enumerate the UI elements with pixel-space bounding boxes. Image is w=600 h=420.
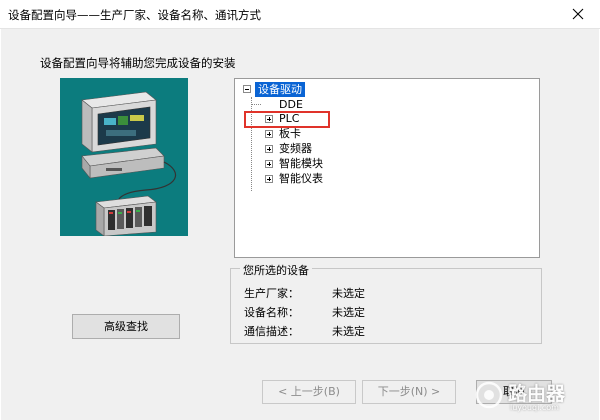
tree-line xyxy=(251,104,261,105)
watermark: 路由器 luyouqi.com xyxy=(474,376,594,416)
expand-icon[interactable] xyxy=(265,145,273,153)
close-icon xyxy=(572,8,584,20)
computer-plc-illustration xyxy=(81,91,176,237)
expand-icon[interactable] xyxy=(265,130,273,138)
title-bar: 设备配置向导——生产厂家、设备名称、通讯方式 xyxy=(0,0,600,29)
comm-desc-value: 未选定 xyxy=(332,325,365,338)
device-tree[interactable]: 设备驱动 DDE PLC 板卡 变频器 智能模块 智能仪表 xyxy=(234,78,540,258)
device-illustration xyxy=(60,78,188,237)
tree-item-label: 板卡 xyxy=(279,127,301,140)
watermark-text: 路由器 xyxy=(508,383,566,405)
window-title: 设备配置向导——生产厂家、设备名称、通讯方式 xyxy=(8,8,261,22)
tree-item-label: 智能模块 xyxy=(279,157,323,170)
group-legend: 您所选的设备 xyxy=(240,262,312,278)
manufacturer-label: 生产厂家： xyxy=(244,287,299,300)
tree-item-inverter[interactable]: 变频器 xyxy=(279,141,312,156)
device-name-label: 设备名称： xyxy=(244,306,299,319)
advanced-search-button[interactable]: 高级查找 xyxy=(72,314,180,339)
tree-item-board-card[interactable]: 板卡 xyxy=(279,126,301,141)
tree-item-smart-module[interactable]: 智能模块 xyxy=(279,156,323,171)
comm-desc-label: 通信描述： xyxy=(244,325,299,338)
tree-item-smart-meter[interactable]: 智能仪表 xyxy=(279,171,323,186)
tree-root-device-drivers[interactable]: 设备驱动 xyxy=(255,82,305,97)
watermark-url: luyouqi.com xyxy=(510,403,559,412)
expand-icon[interactable] xyxy=(265,160,273,168)
tree-item-label: 变频器 xyxy=(279,142,312,155)
tree-item-label: DDE xyxy=(279,98,303,111)
next-step-button[interactable]: 下一步(N) > xyxy=(362,380,456,404)
router-logo-icon xyxy=(475,381,503,409)
device-name-value: 未选定 xyxy=(332,306,365,319)
expand-icon[interactable] xyxy=(265,175,273,183)
tree-item-dde[interactable]: DDE xyxy=(279,97,303,112)
manufacturer-value: 未选定 xyxy=(332,287,365,300)
close-button[interactable] xyxy=(556,0,600,28)
plc-highlight-box xyxy=(244,111,330,128)
collapse-icon[interactable] xyxy=(243,85,251,93)
tree-item-label: 智能仪表 xyxy=(279,172,323,185)
intro-text: 设备配置向导将辅助您完成设备的安装 xyxy=(40,56,236,70)
prev-step-button[interactable]: < 上一步(B) xyxy=(262,380,356,404)
